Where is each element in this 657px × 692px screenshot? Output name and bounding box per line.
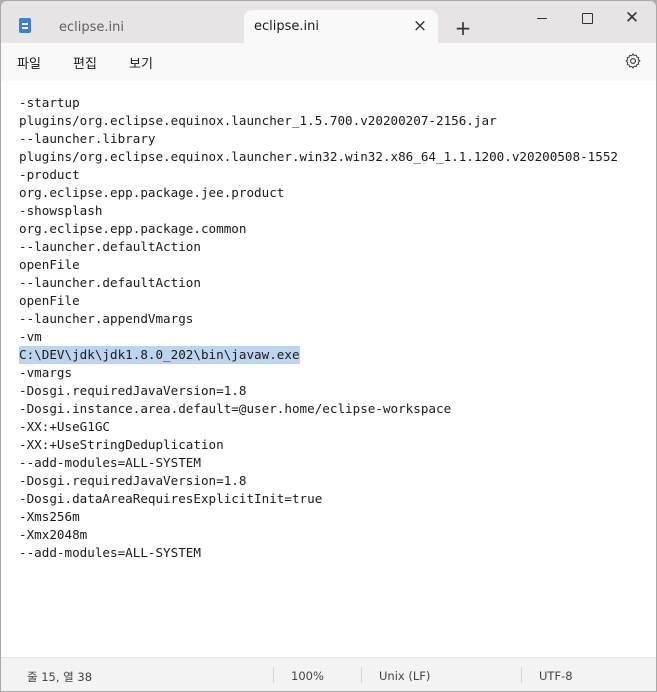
editor-line: -Xms256m [19, 509, 80, 524]
tab-eclipse-ini-inactive[interactable]: eclipse.ini [49, 1, 229, 43]
editor-line: plugins/org.eclipse.equinox.launcher_1.5… [19, 113, 497, 128]
menu-file[interactable]: 파일 [17, 53, 41, 72]
editor-line: --launcher.library [19, 131, 156, 146]
editor-line: -vm [19, 329, 42, 344]
cursor-position: 줄 15, 열 38 [27, 670, 93, 684]
maximize-icon [581, 12, 593, 24]
minimize-icon [537, 17, 547, 19]
editor-line: -Xmx2048m [19, 527, 88, 542]
notepad-app-icon [19, 18, 31, 33]
editor-line: org.eclipse.epp.package.jee.product [19, 185, 285, 200]
text-editor-area[interactable]: -startup plugins/org.eclipse.equinox.laun… [1, 81, 656, 657]
menu-edit[interactable]: 편집 [73, 53, 97, 72]
editor-line: -showsplash [19, 203, 103, 218]
editor-line: --launcher.appendVmargs [19, 311, 194, 326]
new-tab-plus-icon[interactable]: + [453, 18, 473, 38]
status-divider [361, 667, 362, 683]
line-ending: Unix (LF) [379, 669, 431, 683]
editor-line: -vmargs [19, 365, 73, 380]
editor-line: -Dosgi.requiredJavaVersion=1.8 [19, 383, 247, 398]
tab-close-icon[interactable]: × [410, 16, 430, 36]
editor-line: org.eclipse.epp.package.common [19, 221, 247, 236]
menu-view[interactable]: 보기 [129, 53, 153, 72]
editor-line: openFile [19, 293, 80, 308]
editor-line: openFile [19, 257, 80, 272]
editor-line: -XX:+UseStringDeduplication [19, 437, 224, 452]
status-divider [273, 667, 274, 683]
maximize-button[interactable] [567, 5, 607, 31]
minimize-button[interactable] [522, 5, 562, 31]
editor-line: -startup [19, 95, 80, 110]
status-divider [521, 667, 522, 683]
tab-eclipse-ini-active[interactable]: eclipse.ini × [244, 10, 438, 43]
editor-line: --launcher.defaultAction [19, 239, 201, 254]
zoom-level: 100% [291, 669, 324, 683]
editor-line: --add-modules=ALL-SYSTEM [19, 545, 201, 560]
editor-line: -XX:+UseG1GC [19, 419, 110, 434]
editor-line: --launcher.defaultAction [19, 275, 201, 290]
menu-bar: 파일 편집 보기 [1, 43, 656, 81]
close-window-icon[interactable]: ✕ [612, 5, 652, 31]
status-bar: 줄 15, 열 38 100% Unix (LF) UTF-8 [1, 657, 656, 691]
editor-line: -Dosgi.instance.area.default=@user.home/… [19, 401, 452, 416]
notepad-window: eclipse.ini eclipse.ini × + ✕ 파일 편집 보기 -… [0, 0, 657, 692]
editor-line: plugins/org.eclipse.equinox.launcher.win… [19, 149, 618, 164]
editor-line: --add-modules=ALL-SYSTEM [19, 455, 201, 470]
editor-line: -Dosgi.dataAreaRequiresExplicitInit=true [19, 491, 323, 506]
tab-label: eclipse.ini [59, 20, 124, 35]
editor-line: -product [19, 167, 80, 182]
tab-strip: eclipse.ini eclipse.ini × + ✕ [1, 1, 656, 43]
tab-label: eclipse.ini [254, 19, 319, 34]
file-encoding: UTF-8 [539, 669, 573, 683]
editor-line: -Dosgi.requiredJavaVersion=1.8 [19, 473, 247, 488]
editor-line: C:\DEV\jdk\jdk1.8.0_202\bin\javaw.exe [19, 346, 300, 364]
gear-icon[interactable] [624, 52, 642, 70]
